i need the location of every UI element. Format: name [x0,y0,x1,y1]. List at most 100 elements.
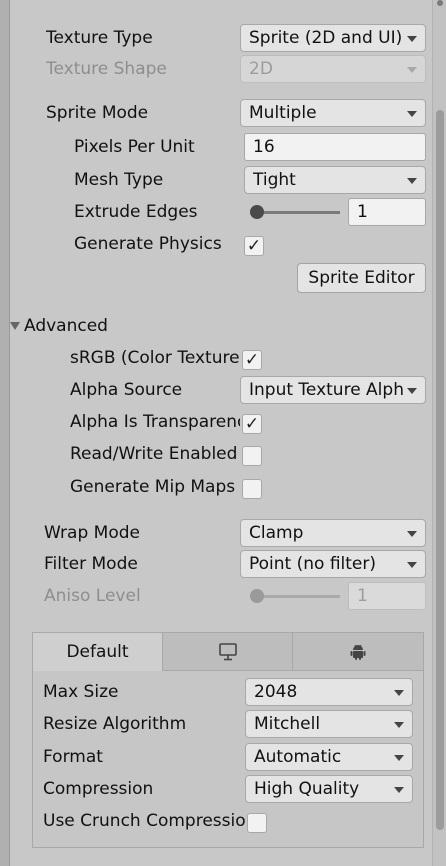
left-edge-strip [0,0,10,866]
wrap-mode-row: Wrap Mode Clamp [10,519,426,549]
platform-tabs: Default [33,633,423,671]
format-dropdown[interactable]: Automatic [245,743,413,771]
tab-standalone[interactable] [163,633,293,671]
read-write-row: Read/Write Enabled [10,440,424,470]
resize-algorithm-row: Resize Algorithm Mitchell [33,710,423,740]
chevron-down-icon [407,67,417,73]
sprite-mode-dropdown[interactable]: Multiple [240,99,426,127]
alpha-source-row: Alpha Source Input Texture Alpha [10,376,426,406]
pixels-per-unit-input[interactable]: 16 [244,133,426,161]
srgb-label: sRGB (Color Texture) [70,348,240,368]
format-value: Automatic [254,747,342,767]
chevron-down-icon [407,531,417,537]
alpha-is-transparency-label: Alpha Is Transparency [70,412,240,432]
advanced-foldout-row[interactable]: Advanced [10,312,424,342]
tab-default-label: Default [66,642,129,662]
chevron-down-icon [407,178,417,184]
alpha-source-dropdown[interactable]: Input Texture Alpha [240,376,426,404]
platform-settings-panel: Default Max Size 2048 Resize Algorithm M… [32,632,424,848]
filter-mode-dropdown[interactable]: Point (no filter) [240,550,426,578]
texture-type-row: Texture Type Sprite (2D and UI) [10,24,426,54]
aniso-level-input: 1 [348,582,426,610]
generate-physics-label: Generate Physics [74,234,222,254]
sprite-mode-row: Sprite Mode Multiple [10,99,426,129]
aniso-level-label: Aniso Level [44,586,141,606]
use-crunch-label: Use Crunch Compression [43,811,245,831]
chevron-down-icon [394,722,404,728]
resize-algorithm-dropdown[interactable]: Mitchell [245,710,413,738]
compression-dropdown[interactable]: High Quality [245,775,413,803]
filter-mode-row: Filter Mode Point (no filter) [10,550,426,580]
filter-mode-label: Filter Mode [44,554,138,574]
generate-physics-checkbox[interactable]: ✓ [244,236,264,256]
wrap-mode-dropdown[interactable]: Clamp [240,519,426,547]
resize-algorithm-value: Mitchell [254,714,321,734]
chevron-down-icon [407,36,417,42]
use-crunch-checkbox[interactable] [247,813,267,833]
compression-label: Compression [43,779,154,799]
mesh-type-dropdown[interactable]: Tight [244,166,426,194]
android-icon [350,644,366,660]
scrollbar-thumb[interactable] [436,110,444,830]
advanced-foldout-label[interactable]: Advanced [24,316,108,336]
mesh-type-row: Mesh Type Tight [10,166,426,196]
chevron-down-icon [407,111,417,117]
pixels-per-unit-label: Pixels Per Unit [74,137,195,157]
chevron-down-icon [394,690,404,696]
texture-shape-label: Texture Shape [46,59,167,79]
resize-algorithm-label: Resize Algorithm [43,714,187,734]
pixels-per-unit-row: Pixels Per Unit 16 [10,133,426,163]
alpha-source-value: Input Texture Alpha [249,380,403,400]
sprite-mode-value: Multiple [249,103,317,123]
read-write-label: Read/Write Enabled [70,444,238,464]
extrude-edges-slider-handle[interactable] [249,205,264,219]
texture-type-value: Sprite (2D and UI) [249,28,403,48]
texture-type-dropdown[interactable]: Sprite (2D and UI) [240,24,426,52]
foldout-arrow-icon[interactable] [10,322,20,330]
chevron-down-icon [407,562,417,568]
aniso-level-slider-handle [250,589,264,603]
extrude-edges-row: Extrude Edges 1 [10,198,426,228]
texture-type-label: Texture Type [46,28,153,48]
chevron-down-icon [394,755,404,761]
read-write-checkbox[interactable] [242,446,262,466]
extrude-edges-input[interactable]: 1 [348,198,426,226]
extrude-edges-label: Extrude Edges [74,202,198,222]
tab-default[interactable]: Default [33,633,163,671]
mesh-type-label: Mesh Type [74,170,164,190]
aniso-level-row: Aniso Level 1 [10,582,426,612]
compression-row: Compression High Quality [33,775,423,805]
use-crunch-row: Use Crunch Compression [33,807,423,837]
max-size-row: Max Size 2048 [33,678,423,708]
scroll-up-indicator [437,0,443,6]
compression-value: High Quality [254,779,360,799]
format-label: Format [43,747,103,767]
max-size-label: Max Size [43,682,119,702]
wrap-mode-value: Clamp [249,523,304,543]
texture-shape-dropdown: 2D [240,55,426,83]
srgb-checkbox[interactable]: ✓ [242,350,262,370]
texture-shape-row: Texture Shape 2D [10,55,426,85]
wrap-mode-label: Wrap Mode [44,523,140,543]
sprite-mode-label: Sprite Mode [46,103,149,123]
max-size-dropdown[interactable]: 2048 [245,678,413,706]
alpha-source-label: Alpha Source [70,380,183,400]
filter-mode-value: Point (no filter) [249,554,377,574]
alpha-is-transparency-checkbox[interactable]: ✓ [242,414,262,434]
alpha-is-transparency-row: Alpha Is Transparency ✓ [10,408,424,438]
vertical-scrollbar[interactable] [432,0,446,866]
texture-shape-value: 2D [249,59,273,79]
sprite-editor-button[interactable]: Sprite Editor [297,263,426,293]
generate-physics-row: Generate Physics ✓ [10,230,424,260]
generate-mipmaps-label: Generate Mip Maps [70,477,236,497]
srgb-row: sRGB (Color Texture) ✓ [10,344,424,374]
chevron-down-icon [407,388,417,394]
format-row: Format Automatic [33,743,423,773]
mesh-type-value: Tight [253,170,296,190]
monitor-icon [218,643,237,661]
generate-mipmaps-checkbox[interactable] [242,479,262,499]
tab-android[interactable] [293,633,423,671]
max-size-value: 2048 [254,682,298,702]
chevron-down-icon [394,787,404,793]
generate-mipmaps-row: Generate Mip Maps [10,473,424,503]
